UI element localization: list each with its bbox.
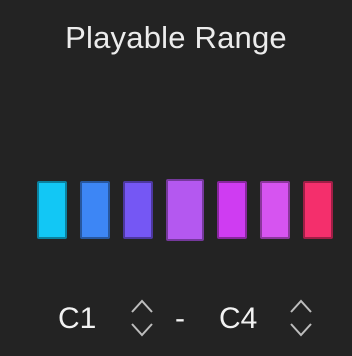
range-low-stepper[interactable] (128, 292, 156, 344)
range-separator: - (175, 302, 185, 335)
range-low-decrement-button[interactable] (128, 318, 156, 344)
playable-range-panel: Playable Range C1 - C4 (0, 0, 352, 356)
chevron-down-icon (131, 323, 153, 337)
range-low-increment-button[interactable] (128, 292, 156, 318)
range-high-note: C4 (219, 302, 258, 335)
chevron-up-icon (131, 299, 153, 313)
key-swatch[interactable] (80, 181, 110, 239)
range-high-stepper[interactable] (287, 292, 315, 344)
chevron-up-icon (290, 299, 312, 313)
chevron-down-icon (290, 323, 312, 337)
key-swatch[interactable] (303, 181, 333, 239)
key-swatch[interactable] (123, 181, 153, 239)
range-high-increment-button[interactable] (287, 292, 315, 318)
key-color-strip (37, 179, 346, 241)
key-swatch[interactable] (37, 181, 67, 239)
range-low-note: C1 (58, 302, 97, 335)
key-swatch[interactable] (260, 181, 290, 239)
range-high-decrement-button[interactable] (287, 318, 315, 344)
key-swatch[interactable] (217, 181, 247, 239)
key-swatch[interactable] (166, 179, 204, 241)
range-selector: C1 - C4 (0, 292, 352, 352)
panel-title: Playable Range (65, 20, 287, 55)
